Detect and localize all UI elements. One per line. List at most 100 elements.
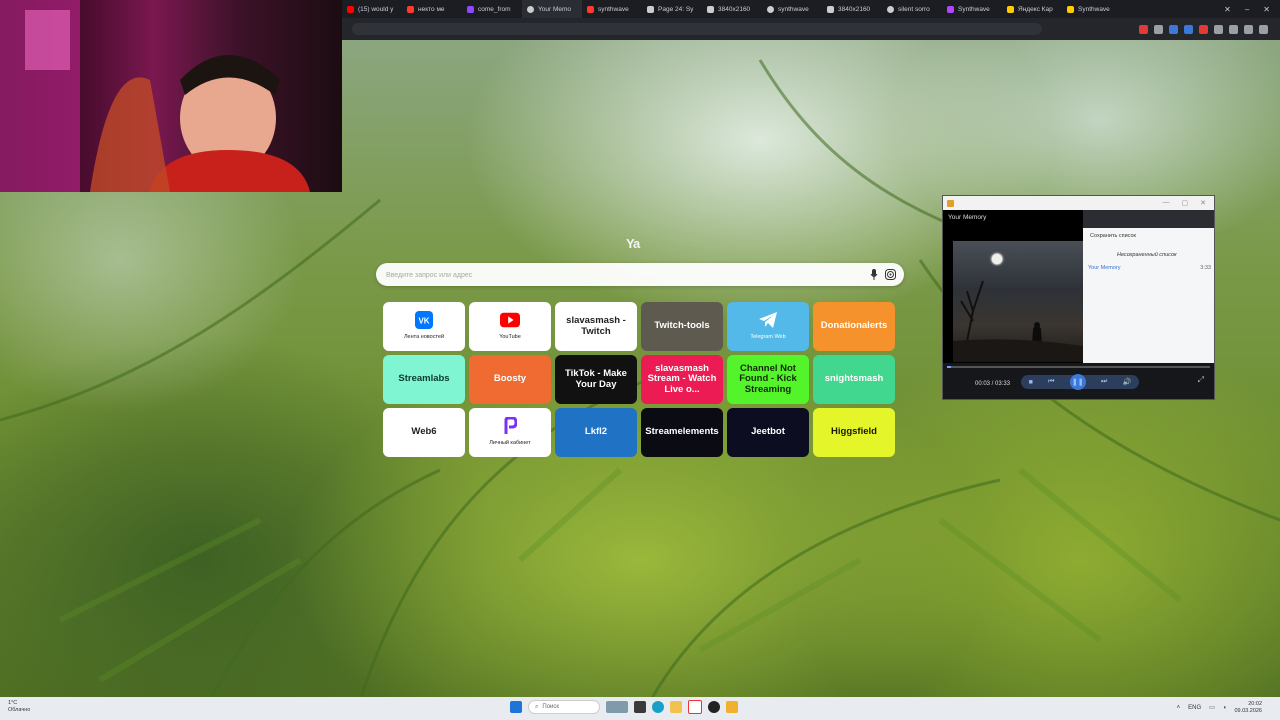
- address-bar[interactable]: [352, 23, 1042, 35]
- taskbar-search[interactable]: ⌕ Поиск: [528, 700, 600, 714]
- volume-icon[interactable]: ◖: [1223, 705, 1227, 711]
- browser-tab[interactable]: silent sorro: [882, 0, 942, 18]
- clock-date: 09.03.2026: [1234, 707, 1262, 714]
- weather-desc: Облачно: [8, 706, 31, 713]
- speed-dial-tile[interactable]: Web6: [383, 408, 465, 457]
- system-tray: ˄ ENG ▭ ◖ 20:02 09.03.2026: [1177, 701, 1262, 714]
- tile-caption: YouTube: [499, 333, 521, 340]
- browser-tab[interactable]: synthwave: [582, 0, 642, 18]
- save-list-button[interactable]: Сохранить список: [1090, 233, 1136, 239]
- speed-dial-tile[interactable]: TikTok - Make Your Day: [555, 355, 637, 404]
- close-tab-icon[interactable]: ✕: [1224, 5, 1231, 14]
- playlist-item[interactable]: Your Memory: [1088, 265, 1121, 271]
- extension-icon[interactable]: [1214, 24, 1223, 34]
- window-controls: ✕ – ✕: [1224, 5, 1280, 14]
- widgets-icon[interactable]: [606, 701, 628, 713]
- tile-label: snightsmash: [824, 373, 884, 385]
- browser-tab[interactable]: come_from: [462, 0, 522, 18]
- language-indicator[interactable]: ENG: [1188, 705, 1201, 711]
- browser-tab[interactable]: 3840x2160: [702, 0, 762, 18]
- tile-label: Boosty: [493, 373, 527, 385]
- speed-dial-tile[interactable]: Channel Not Found - Kick Streaming: [727, 355, 809, 404]
- browser-tab[interactable]: 3840x2160: [822, 0, 882, 18]
- clock[interactable]: 20:02 09.03.2026: [1234, 701, 1262, 714]
- camera-search-icon[interactable]: [885, 269, 896, 280]
- tile-label: Donationalerts: [820, 320, 888, 332]
- browser-tab[interactable]: Page 24: Sy: [642, 0, 702, 18]
- speed-dial-tile[interactable]: slavasmash - Twitch: [555, 302, 637, 351]
- fullscreen-icon[interactable]: ⤢: [1198, 375, 1204, 385]
- globe-icon: [887, 5, 894, 13]
- browser-tab[interactable]: Synthwave: [1062, 0, 1122, 18]
- speed-dial-tile[interactable]: Jeetbot: [727, 408, 809, 457]
- speed-dial-tile[interactable]: Личный кабинет: [469, 408, 551, 457]
- pause-button[interactable]: ❚❚: [1069, 374, 1086, 390]
- weather-widget[interactable]: 1°C Облачно: [8, 700, 30, 713]
- webcam-overlay: [0, 0, 342, 192]
- track-title: Your Memory: [948, 214, 987, 221]
- speed-dial-tile[interactable]: Boosty: [469, 355, 551, 404]
- browser-tab-active[interactable]: Your Memo: [522, 0, 582, 18]
- edge-icon[interactable]: [652, 701, 664, 713]
- file-explorer-icon[interactable]: [634, 701, 646, 713]
- close-icon[interactable]: ✕: [1200, 199, 1206, 207]
- media-player-icon[interactable]: [726, 701, 738, 713]
- microphone-icon[interactable]: [870, 269, 878, 280]
- player-video-area: Your Memory: [943, 210, 1083, 363]
- extensions-bar: [1139, 24, 1280, 34]
- maximize-icon[interactable]: ▢: [1182, 199, 1189, 207]
- extension-icon[interactable]: [1199, 24, 1208, 34]
- speed-dial-tile[interactable]: Higgsfield: [813, 408, 895, 457]
- extension-icon[interactable]: [1169, 24, 1178, 34]
- speed-dial-tile[interactable]: Donationalerts: [813, 302, 895, 351]
- speed-dial-tile[interactable]: Twitch-tools: [641, 302, 723, 351]
- yandex-icon: [1067, 5, 1074, 13]
- browser-tab[interactable]: synthwave: [762, 0, 822, 18]
- minimize-icon[interactable]: —: [1163, 199, 1170, 207]
- speed-dial-tile[interactable]: slavasmash Stream - Watch Live o...: [641, 355, 723, 404]
- tile-label: Channel Not Found - Kick Streaming: [739, 362, 797, 395]
- seek-bar-fill: [947, 366, 951, 368]
- yandex-logo: Ya: [626, 236, 640, 251]
- tile-caption: Личный кабинет: [489, 439, 531, 446]
- search-input[interactable]: [384, 267, 848, 284]
- playlist-name: Несохраненный список: [1117, 252, 1177, 258]
- close-icon[interactable]: ✕: [1263, 5, 1270, 14]
- player-controls-bar: 00:03 / 03:33 ■ ⏮ ❚❚ ⏭ 🔊 ⤢: [943, 363, 1214, 399]
- browser-tab[interactable]: Synthwave: [942, 0, 1002, 18]
- browser-tab[interactable]: (15) would y: [342, 0, 402, 18]
- speed-dial-tile[interactable]: Streamelements: [641, 408, 723, 457]
- speed-dial-tile[interactable]: VK Лента новостей: [383, 302, 465, 351]
- globe-icon: [527, 5, 534, 13]
- tile-label: Lkfl2: [584, 426, 608, 438]
- player-titlebar: — ▢ ✕: [943, 196, 1214, 210]
- lk-icon: [500, 416, 520, 435]
- extension-icon[interactable]: [1184, 24, 1193, 34]
- playlist-header: [1083, 210, 1214, 228]
- folder-icon[interactable]: [670, 701, 682, 713]
- speed-dial-tile[interactable]: Telegram Web: [727, 302, 809, 351]
- speed-dial-tile[interactable]: Streamlabs: [383, 355, 465, 404]
- seek-bar[interactable]: [947, 366, 1210, 368]
- speed-dial-grid: VK Лента новостей YouTube slavasmash - Twit…: [383, 302, 895, 457]
- browser-tab[interactable]: некто ме: [402, 0, 462, 18]
- next-icon[interactable]: ⏭: [1101, 378, 1107, 386]
- volume-icon[interactable]: 🔊: [1123, 378, 1132, 386]
- previous-icon[interactable]: ⏮: [1048, 378, 1054, 386]
- speed-dial-tile[interactable]: snightsmash: [813, 355, 895, 404]
- network-icon[interactable]: ▭: [1209, 704, 1215, 711]
- extension-icon[interactable]: [1229, 24, 1238, 34]
- chevron-up-icon[interactable]: ˄: [1177, 705, 1181, 711]
- extension-icon[interactable]: [1259, 24, 1268, 34]
- extension-icon[interactable]: [1244, 24, 1253, 34]
- speed-dial-tile[interactable]: Lkfl2: [555, 408, 637, 457]
- extension-icon[interactable]: [1139, 24, 1148, 34]
- extension-icon[interactable]: [1154, 24, 1163, 34]
- browser-tab[interactable]: Яндекс Кар: [1002, 0, 1062, 18]
- windows-start-icon[interactable]: [510, 701, 522, 713]
- yandex-browser-icon[interactable]: [688, 700, 702, 714]
- stop-icon[interactable]: ■: [1029, 379, 1033, 386]
- obs-icon[interactable]: [708, 701, 720, 713]
- minimize-icon[interactable]: –: [1245, 5, 1249, 14]
- speed-dial-tile[interactable]: YouTube: [469, 302, 551, 351]
